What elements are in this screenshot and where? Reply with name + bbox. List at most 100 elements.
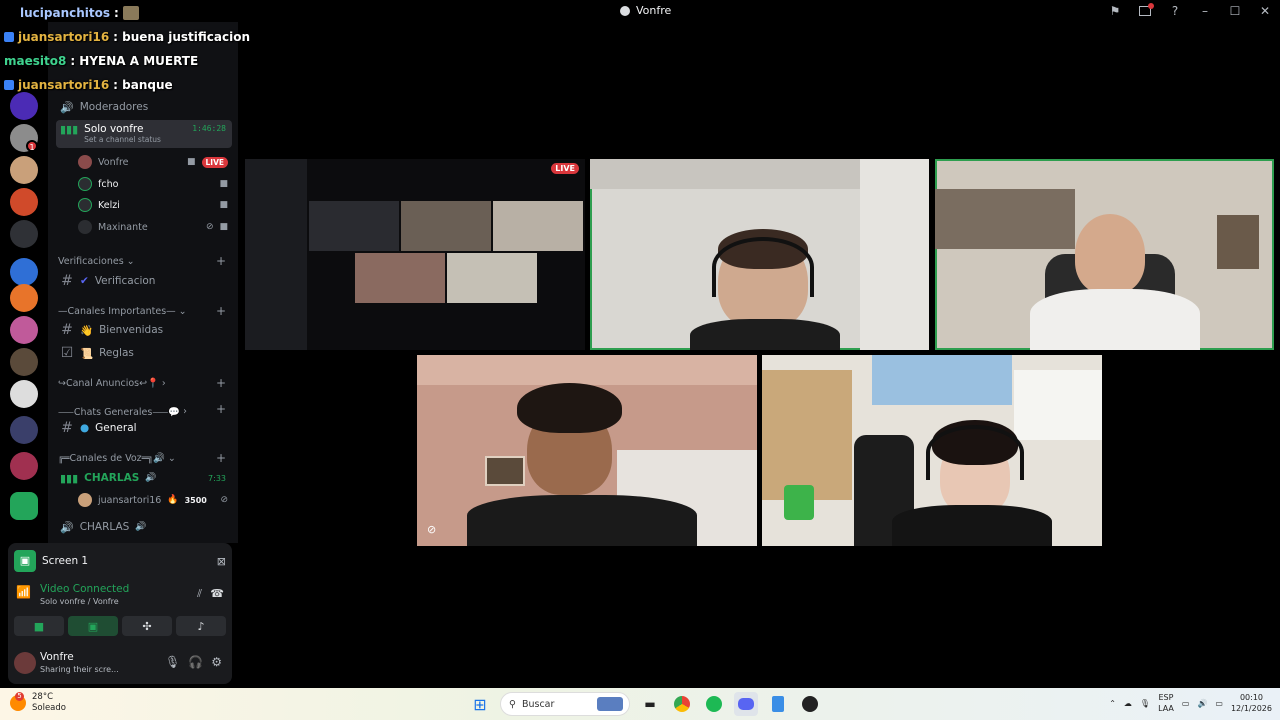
inbox-icon[interactable]: ⚑ — [1100, 0, 1130, 22]
close-icon[interactable]: ✕ — [1250, 0, 1280, 22]
channel-general[interactable]: # ● General — [56, 418, 232, 438]
category-chats-generales[interactable]: ⸺Chats Generales⸺💬 › — [58, 404, 187, 419]
update-icon[interactable] — [1130, 0, 1160, 22]
stream-preview-tile — [355, 253, 445, 303]
volume-icon[interactable]: 🔊 — [1197, 699, 1207, 708]
stream-tile[interactable]: LIVE — [245, 159, 585, 350]
server-icon[interactable] — [10, 156, 38, 184]
server-icon[interactable] — [10, 220, 38, 248]
window-title: Vonfre — [620, 4, 671, 17]
noise-suppression-icon[interactable]: ⫽ — [197, 587, 202, 601]
activities-button[interactable]: ✣ — [122, 616, 172, 636]
scroll-icon: 📜 — [80, 347, 94, 360]
room-wall — [860, 159, 929, 350]
signal-icon: 📶 — [16, 585, 31, 599]
chevron-up-icon[interactable]: ⌃ — [1109, 699, 1116, 708]
server-icon[interactable]: 1 — [10, 124, 38, 152]
stop-stream-icon[interactable]: ⊠ — [217, 555, 226, 568]
channel-timer: 1:46:28 — [192, 124, 226, 133]
add-channel-icon[interactable]: + — [216, 376, 226, 390]
voice-user-fcho[interactable]: fcho ■ — [78, 174, 228, 194]
server-icon[interactable] — [10, 380, 38, 408]
headset — [712, 237, 814, 297]
onedrive-icon[interactable]: ☁ — [1124, 699, 1132, 708]
server-icon[interactable] — [10, 316, 38, 344]
user-panel: Vonfre Sharing their scre... 🎙 🎧 ⚙ — [14, 649, 226, 679]
wave-icon: 👋 — [80, 324, 94, 337]
voice-user-vonfre[interactable]: Vonfre ■ LIVE — [78, 152, 228, 172]
add-channel-icon[interactable]: + — [216, 402, 226, 416]
minimize-icon[interactable]: – — [1190, 0, 1220, 22]
taskbar: 5 28°C Soleado ⊞ ⚲ Buscar ▬ ⌃ ☁ 🎙 ESP LA… — [0, 688, 1280, 720]
wall-posters — [872, 355, 1012, 405]
gear-icon[interactable]: ⚙ — [211, 655, 222, 669]
microphone-icon[interactable]: 🎙 — [1140, 699, 1150, 708]
network-icon[interactable]: ▭ — [1182, 699, 1190, 708]
camera-button[interactable]: ■ — [14, 616, 64, 636]
start-button[interactable]: ⊞ — [468, 692, 492, 716]
server-icon[interactable] — [10, 92, 38, 120]
weather-widget[interactable]: 5 28°C Soleado — [10, 692, 66, 714]
disconnect-icon[interactable]: ☎ — [210, 587, 224, 600]
maximize-icon[interactable]: ☐ — [1220, 0, 1250, 22]
voice-user-maxinante[interactable]: Maxinante ⊘ ■ — [78, 217, 228, 237]
title-bar: Vonfre ⚑ ? – ☐ ✕ — [0, 0, 1280, 22]
help-icon[interactable]: ? — [1160, 0, 1190, 22]
avatar — [78, 220, 92, 234]
hashtag-icon: # — [61, 273, 73, 289]
server-icon[interactable] — [10, 416, 38, 444]
chrome-icon[interactable] — [670, 692, 694, 716]
battery-icon[interactable]: ▭ — [1215, 699, 1223, 708]
voice-user-kelzi[interactable]: Kelzi ■ — [78, 195, 228, 215]
chat-message: lucipanchitos : — [20, 6, 139, 20]
language-indicator[interactable]: ESP LAA — [1158, 692, 1174, 714]
notepad-icon[interactable] — [766, 692, 790, 716]
voice-user-juansartori16[interactable]: juansartori16 🔥 3500 ⊘ — [78, 490, 228, 510]
server-icon[interactable] — [10, 258, 38, 286]
video-tile[interactable] — [935, 159, 1274, 350]
add-channel-icon[interactable]: + — [216, 254, 226, 268]
channel-charlas-2[interactable]: 🔊 CHARLAS 🔊 — [56, 517, 232, 537]
file-explorer-icon[interactable]: ▬ — [638, 692, 662, 716]
category-verificaciones[interactable]: Verificaciones ⌄ — [58, 256, 135, 267]
channel-solo-vonfre[interactable]: ▮▮▮ Solo vonfre Set a channel status 1:4… — [56, 120, 232, 148]
camera-icon: ■ — [219, 222, 228, 232]
screen-share-button[interactable]: ▣ — [68, 616, 118, 636]
screen-share-row[interactable]: ▣ Screen 1 ⊠ — [14, 549, 226, 573]
chat-message: juansartori16 : banque — [4, 78, 173, 92]
video-tile[interactable]: ⊘ — [417, 355, 757, 546]
person-shirt — [1030, 289, 1200, 350]
muted-icon: ⊘ — [427, 523, 437, 536]
channel-bienvenidas[interactable]: # 👋 Bienvenidas — [56, 320, 232, 340]
video-tile[interactable] — [762, 355, 1102, 546]
taskbar-search[interactable]: ⚲ Buscar — [500, 692, 630, 716]
server-icon[interactable] — [10, 188, 38, 216]
category-anuncios[interactable]: ↪Canal Anuncios↩📍 › — [58, 378, 166, 389]
server-icon[interactable] — [10, 348, 38, 376]
obs-icon[interactable] — [798, 692, 822, 716]
category-canales-voz[interactable]: ╔═Canales de Voz═╗🔊 ⌄ — [58, 453, 176, 464]
voice-active-icon: ▮▮▮ — [60, 471, 79, 485]
stream-preview-tile — [493, 201, 583, 251]
discord-icon[interactable] — [734, 692, 758, 716]
chat-message: juansartori16 : buena justificacion — [4, 30, 250, 44]
add-channel-icon[interactable]: + — [216, 304, 226, 318]
server-icon[interactable] — [10, 284, 38, 312]
folder-icon[interactable] — [10, 492, 38, 520]
headphones-icon[interactable]: 🎧 — [188, 655, 203, 669]
microphone-icon[interactable]: 🎙 — [165, 655, 180, 669]
add-channel-icon[interactable]: + — [216, 451, 226, 465]
category-importantes[interactable]: —Canales Importantes— ⌄ — [58, 306, 187, 317]
globe-icon: ● — [80, 422, 90, 434]
channel-reglas[interactable]: ☑ 📜 Reglas — [56, 343, 232, 363]
channel-charlas[interactable]: ▮▮▮ CHARLAS 🔊 7:33 — [56, 468, 232, 488]
server-icon[interactable] — [10, 452, 38, 480]
channel-verificacion[interactable]: # ✔ Verificacion — [56, 271, 232, 291]
video-tile[interactable] — [590, 159, 929, 350]
soundboard-button[interactable]: ♪ — [176, 616, 226, 636]
avatar[interactable] — [14, 652, 36, 674]
channel-moderadores[interactable]: 🔊 Moderadores — [56, 97, 232, 117]
clock[interactable]: 00:10 12/1/2026 — [1231, 692, 1272, 714]
spotify-icon[interactable] — [702, 692, 726, 716]
voice-connection[interactable]: 📶 Video Connected Solo vonfre / Vonfre ⫽… — [16, 583, 226, 611]
